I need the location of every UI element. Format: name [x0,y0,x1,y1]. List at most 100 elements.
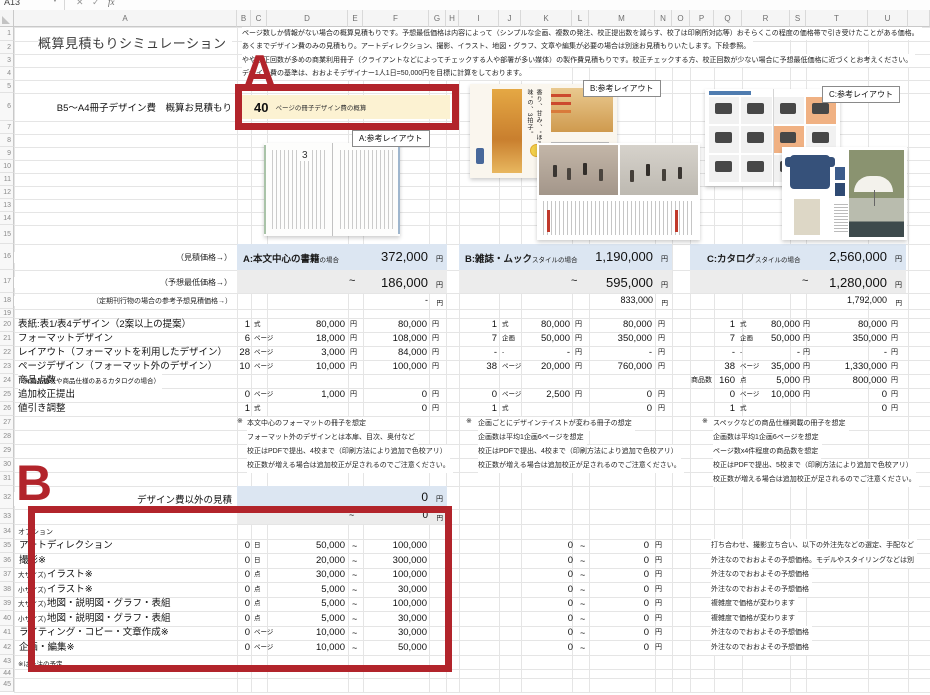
table-row: 追加校正提出 0 ページ 1,000 円 0 円 0 ページ 2,500 円 0… [14,388,930,402]
summary-a-price-cell: A:本文中心の書籍の場合 372,000 円 [237,244,447,270]
item-a-count[interactable]: 1 [195,318,250,332]
item-c-count[interactable]: 7 [690,332,735,346]
estimate-input-label: B5〜A4冊子デザイン費 概算お見積もり [14,100,232,114]
red-text-bars [551,94,571,97]
yen-label: 円 [350,360,357,374]
tilde-label: ~ [580,626,585,641]
option-note: 複雑度で価格が変わります [711,597,798,612]
cancel-entry-icon[interactable]: ✕ [76,0,84,8]
summary-c-min: 1,280,000 [829,275,887,290]
summary-b-periodical: 833,000 [620,295,653,305]
yen-label: 円 [658,332,665,346]
item-a-count[interactable]: 28 [195,346,250,360]
catalog-product-cell [709,155,739,182]
yen-label: 円 [658,388,665,402]
item-a-count[interactable]: 10 [195,360,250,374]
item-c-unit-price: 80,000 [749,318,800,332]
summary-a-periodical: - [425,295,428,305]
yen-label: 円 [432,346,439,360]
yen-label: 円 [803,346,810,360]
yen-label: 円 [655,539,662,554]
yen-label: 円 [891,360,898,374]
tilde-label: ~ [580,539,585,554]
yen-label: 円 [891,402,898,416]
item-c-count[interactable]: - [690,346,735,360]
item-c-total: 800,000 [820,374,887,388]
yen-label: 円 [803,332,810,346]
item-c-count[interactable]: 160 [690,374,735,388]
item-a-unit: 式 [254,318,261,332]
option-subtotal-max: 0 [588,583,649,598]
table-row: 商品点数（※商品番号や商品仕様のあるカタログの場合） 商品数 160 点 [14,374,930,388]
item-c-unit: - [740,346,742,360]
layout-label-c: C:参考レイアウト [822,86,900,103]
note-line: フォーマット外のデザインとは本扉、目次、奥付など [247,431,418,445]
people-photo-left [539,145,618,195]
option-subtotal-max: 0 [588,539,649,554]
pants-photo [794,199,820,235]
item-b-count[interactable]: - [444,346,497,360]
yen-label: 円 [432,388,439,402]
item-b-count[interactable]: 1 [444,318,497,332]
item-a-total: 80,000 [369,318,427,332]
summary-c-price: 2,560,000 [829,249,887,264]
item-b-total: 0 [591,388,652,402]
item-c-count[interactable]: 38 [690,360,735,374]
yen-label: 円 [803,388,810,402]
shirt-photo [790,155,830,189]
item-c-total: 0 [820,388,887,402]
catalog-product-cell [741,97,771,124]
formula-bar: A13 ▼ ✕ ✓ fx [0,0,930,10]
cell-name-box[interactable]: A13 ▼ [0,0,64,10]
table-row: 表紙:表1/表4デザイン（2案以上の提案） 1 式 80,000 円 80,00… [14,318,930,332]
namebox-dropdown-icon[interactable]: ▼ [52,0,58,4]
book-page-number: 3 [300,150,310,161]
item-c-unit-price: - [749,346,800,360]
book-right-page [337,150,395,229]
item-a-count[interactable]: 0 [195,388,250,402]
confirm-entry-icon[interactable]: ✓ [92,0,100,8]
annotation-letter-b: B [16,458,52,508]
people-photo-right [620,145,698,195]
item-b-count[interactable]: 7 [444,332,497,346]
note-line: スペックなどの商品仕様掲載の冊子を想定 [713,417,849,431]
line-items-table: 表紙:表1/表4デザイン（2案以上の提案） 1 式 80,000 円 80,00… [14,318,930,416]
catalog-product-cell [774,97,804,124]
item-c-count[interactable]: 1 [690,402,735,416]
umbrella-shape [854,176,893,192]
summary-b-periodical-cell: 833,000 円 [459,293,672,309]
yen-label: 円 [803,360,810,374]
item-c-unit-price: 35,000 [749,360,800,374]
item-b-count[interactable]: 38 [444,360,497,374]
item-a-total: 84,000 [369,346,427,360]
item-a-count[interactable]: 6 [195,332,250,346]
item-b-total: 760,000 [591,360,652,374]
item-c-count[interactable]: 0 [690,388,735,402]
layout-label-b: B:参考レイアウト [583,80,661,97]
item-b-count[interactable]: 1 [444,402,497,416]
summary-a-price: 372,000 [381,249,428,264]
summary-c-min-cell: ~ 1,280,000 円 [690,270,906,293]
tilde-label: ~ [580,641,585,656]
yen-label: 円 [891,346,898,360]
item-b-count[interactable]: 0 [444,388,497,402]
sample-layout-b-people-spread [537,143,700,240]
option-note: 外注なのでおおよその予想価格 [711,583,812,598]
item-a-total: 0 [369,388,427,402]
item-a-count[interactable]: 1 [195,402,250,416]
intro-note-line: ページ数しか情報がない場合の概算見積もりです。予想最低価格は内容によって（シンプ… [242,27,922,40]
item-b-unit-price: 20,000 [509,360,570,374]
item-c-count[interactable]: 1 [690,318,735,332]
tilde-label: ~ [571,275,577,287]
fabric-swatches [835,167,845,180]
item-c-total: 1,330,000 [820,360,887,374]
yen-label: 円 [655,626,662,641]
insert-function-icon[interactable]: fx [108,0,115,7]
note-line: 校正はPDFで提出、4校まで（印刷方法により追加で色校アリ） [247,445,450,459]
item-c-unit: 式 [740,318,747,332]
summary-a-min: 186,000 [381,275,428,290]
note-marker: ※ [466,417,472,425]
tilde-label: ~ [580,554,585,569]
item-b-unit-price: 50,000 [509,332,570,346]
summary-b-name: B:雑誌・ムックスタイルの場合 [465,251,578,265]
